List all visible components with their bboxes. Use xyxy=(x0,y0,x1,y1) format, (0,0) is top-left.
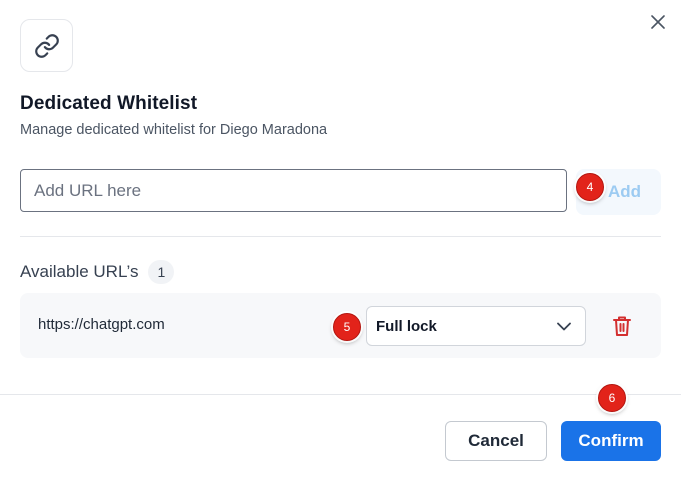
lock-mode-select[interactable]: Full lock xyxy=(366,306,586,346)
dialog-subtitle: Manage dedicated whitelist for Diego Mar… xyxy=(20,122,328,138)
footer-divider xyxy=(0,394,681,395)
delete-url-button[interactable] xyxy=(611,314,633,338)
link-icon xyxy=(34,33,59,58)
confirm-button[interactable]: Confirm xyxy=(561,421,661,461)
step-marker-lock-select: 5 xyxy=(333,313,361,341)
step-marker-add: 4 xyxy=(576,173,604,201)
step-marker-confirm: 6 xyxy=(598,384,626,412)
cancel-button[interactable]: Cancel xyxy=(445,421,547,461)
dialog-title: Dedicated Whitelist xyxy=(20,93,198,114)
available-urls-heading: Available URL’s 1 xyxy=(20,260,175,284)
header-icon-box xyxy=(20,19,73,72)
url-text: https://chatgpt.com xyxy=(38,316,165,333)
chevron-down-icon xyxy=(557,322,571,330)
lock-mode-value: Full lock xyxy=(376,317,437,335)
url-input[interactable] xyxy=(20,169,567,212)
dedicated-whitelist-dialog: Dedicated Whitelist Manage dedicated whi… xyxy=(0,0,681,480)
divider xyxy=(20,236,661,237)
close-icon xyxy=(651,15,665,29)
trash-icon xyxy=(613,316,631,336)
url-count-badge: 1 xyxy=(148,260,175,284)
available-urls-title: Available URL’s xyxy=(20,262,139,281)
close-button[interactable] xyxy=(648,12,668,32)
